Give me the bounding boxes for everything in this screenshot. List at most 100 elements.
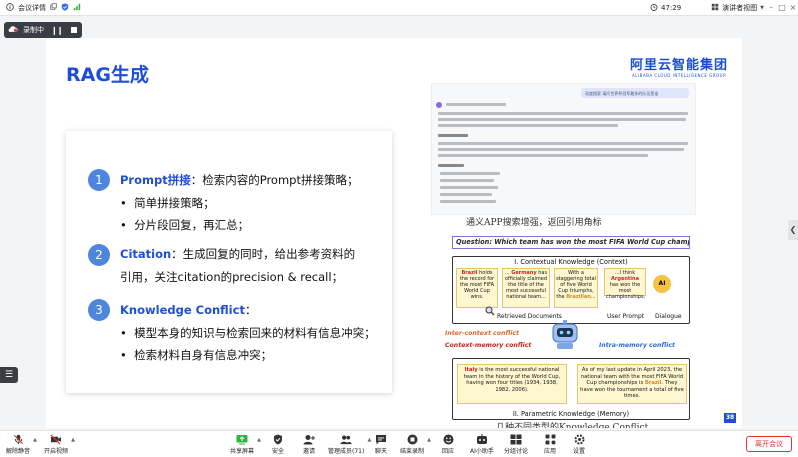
magnifier-icon [485, 301, 495, 320]
slide-title: RAG生成 [66, 64, 149, 86]
meeting-timer: 47:29 [661, 3, 682, 12]
maximize-icon[interactable]: □ [777, 3, 787, 13]
chevron-up-icon[interactable]: ▲ [71, 437, 75, 443]
recording-cloud-icon [8, 25, 18, 35]
contextual-title: I. Contextual Knowledge (Context) [514, 258, 628, 266]
note-brazil-memory: As of my last update in April 2023, the … [577, 364, 687, 404]
ai-assistant-icon [476, 433, 488, 445]
share-screen-icon [236, 433, 248, 445]
reaction-icon [442, 433, 454, 445]
settings-button[interactable]: 设置 [573, 433, 585, 455]
settings-icon [573, 433, 585, 445]
speaker-view-dropdown[interactable]: 演讲者视图 [722, 3, 757, 13]
contextual-knowledge-box: I. Contextual Knowledge (Context) Brazil… [452, 256, 690, 324]
stop-record-icon [406, 433, 418, 445]
shared-slide: RAG生成 阿里云智能集团 ALIBABA CLOUD INTELLIGENCE… [46, 38, 742, 428]
invite-button[interactable]: 邀请 [303, 433, 315, 455]
manage-members-button[interactable]: 管理成员(71) ▲ [328, 433, 371, 455]
grid-view-icon[interactable] [711, 3, 719, 13]
recording-indicator: 录制中 ❙❙ [4, 22, 82, 38]
breakout-icon [510, 433, 522, 445]
stop-recording-button[interactable]: 结束录制 ▲ [400, 433, 431, 455]
chat-button[interactable]: 聊天 [375, 433, 387, 455]
invite-icon [303, 433, 315, 445]
note-germany: ... Germany has officially claimed the t… [502, 268, 550, 308]
robot-icon [549, 320, 581, 350]
note-argentina: ...I think Argentina has won the most ch… [604, 268, 646, 300]
inter-context-conflict-label: Inter-context conflict [445, 330, 520, 337]
security-shield-icon[interactable] [61, 2, 69, 13]
stop-icon[interactable] [71, 27, 78, 33]
shield-icon [272, 433, 284, 445]
side-panel-toggle[interactable]: ❮ [788, 220, 798, 240]
parametric-title: II. Parametric Knowledge (Memory) [512, 410, 630, 418]
knowledge-conflict-figure: Question: Which team has won the most FI… [445, 234, 691, 428]
minimize-icon[interactable]: – [766, 3, 776, 13]
section-number: 3 [88, 299, 110, 321]
chevron-up-icon[interactable]: ▲ [257, 437, 261, 443]
section-number: 1 [88, 169, 110, 191]
list-item: • 分片段回复，再汇总； [120, 218, 250, 232]
mic-muted-icon [12, 433, 24, 445]
assistant-avatar-icon [436, 102, 442, 108]
meeting-toolbar: 解除静音 ▲ 开启视频 ▲ 共享屏幕 ▲ 安全 邀请 管理成员(71) ▲ 聊天 结束录… [0, 430, 798, 457]
share-screen-button[interactable]: 共享屏幕 ▲ [230, 433, 261, 455]
figure-caption-2: 几种不同类型的Knowledge Conflict [496, 423, 649, 428]
pause-icon[interactable]: ❙❙ [51, 26, 63, 35]
section-text: ： [244, 303, 257, 317]
close-icon[interactable]: × [788, 3, 798, 13]
logo-en: ALIBABA CLOUD INTELLIGENCE GROUP [631, 73, 727, 78]
query-bubble: 深度搜索 请问世界杯冠军最多的队伍是谁 [581, 88, 689, 98]
intra-memory-conflict-label: Intra-memory conflict [599, 342, 675, 349]
note-italy: Italy is the most successful national te… [457, 364, 567, 404]
section-prompt: 1 Prompt拼接：检索内容的Prompt拼接策略； • 简单拼接策略； • … [88, 169, 358, 236]
list-item: • 检索材料自身有信息冲突； [120, 348, 273, 362]
content-card: 1 Prompt拼接：检索内容的Prompt拼接策略； • 简单拼接策略； • … [66, 131, 392, 393]
retrieved-documents-label: Retrieved Documents [497, 313, 562, 320]
recording-label: 录制中 [23, 26, 44, 34]
figure-question: Question: Which team has won the most FI… [452, 236, 690, 249]
members-icon [340, 433, 352, 445]
note-staggering: With a staggering total of five World Cu… [554, 268, 598, 308]
unmute-button[interactable]: 解除静音 ▲ [6, 433, 37, 455]
chevron-up-icon[interactable]: ▲ [427, 437, 431, 443]
section-text: ：检索内容的Prompt拼接策略； [190, 173, 359, 187]
timer-icon [650, 3, 658, 13]
security-button[interactable]: 安全 [272, 433, 284, 455]
logo-cn: 阿里云智能集团 [629, 58, 728, 73]
list-item: • 模型本身的知识与检索回来的材料有信息冲突； [120, 326, 376, 340]
slide-page-number: 38 [724, 413, 736, 423]
list-menu-button[interactable]: ☰ [0, 367, 18, 383]
dialogue-label: Dialogue [655, 313, 682, 320]
section-keyword: Prompt拼接 [120, 173, 191, 187]
chevron-up-icon[interactable]: ▲ [367, 437, 371, 443]
parametric-knowledge-box: Italy is the most successful national te… [452, 358, 690, 420]
ai-icon: AI [653, 275, 671, 293]
start-video-button[interactable]: 开启视频 ▲ [44, 433, 75, 455]
chat-icon [375, 433, 387, 445]
copy-icon[interactable] [50, 3, 57, 12]
meeting-details-link[interactable]: 会议详情 [18, 3, 46, 13]
info-icon[interactable] [6, 2, 14, 13]
section-keyword: Knowledge Conflict [120, 303, 245, 317]
apps-button[interactable]: 应用 [544, 433, 556, 455]
reaction-button[interactable]: 回应 [442, 433, 454, 455]
list-item: • 简单拼接策略； [120, 196, 215, 210]
figure-caption-1: 通义APP搜索增强，返回引用角标 [466, 218, 602, 228]
user-prompt-label: User Prompt [607, 313, 645, 320]
apps-icon [544, 433, 556, 445]
breakout-button[interactable]: 分组讨论 [504, 433, 528, 455]
chevron-up-icon[interactable]: ▲ [33, 437, 37, 443]
context-memory-conflict-label: Context-memory conflict [445, 342, 532, 349]
chevron-down-icon[interactable]: ▼ [760, 5, 764, 11]
app-screenshot: 深度搜索 请问世界杯冠军最多的队伍是谁 [431, 83, 696, 215]
ai-assistant-button[interactable]: AI小助手 [470, 433, 494, 455]
top-bar: 会议详情 47:29 演讲者视图 ▼ – □ × [0, 0, 798, 16]
section-number: 2 [88, 244, 110, 266]
signal-icon [73, 3, 81, 13]
alibaba-cloud-logo: 阿里云智能集团 ALIBABA CLOUD INTELLIGENCE GROUP [630, 54, 728, 78]
section-keyword: Citation [120, 247, 172, 261]
camera-off-icon [50, 433, 62, 445]
section-knowledge-conflict: 3 Knowledge Conflict： • 模型本身的知识与检索回来的材料有… [88, 299, 376, 366]
leave-meeting-button[interactable]: 离开会议 [746, 436, 792, 452]
